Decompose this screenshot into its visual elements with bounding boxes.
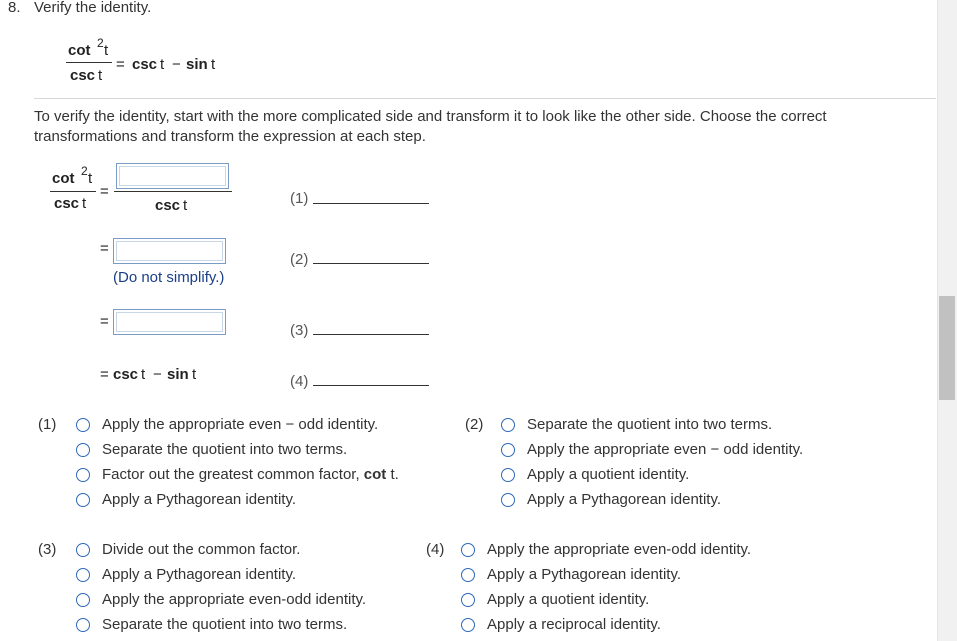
option-2-c[interactable]: Apply a quotient identity. xyxy=(527,466,689,483)
option-1-b[interactable]: Separate the quotient into two terms. xyxy=(102,441,347,458)
identity-num-exp: 2 xyxy=(97,36,104,50)
work-equals-3: = xyxy=(100,313,109,330)
work-equals-4: = xyxy=(100,366,109,383)
step-label-4: (4) xyxy=(290,373,309,390)
option-4-a[interactable]: Apply the appropriate even-odd identity. xyxy=(487,541,751,558)
work-equals-1: = xyxy=(100,183,109,200)
option-2-d[interactable]: Apply a Pythagorean identity. xyxy=(527,491,721,508)
option-3-a[interactable]: Divide out the common factor. xyxy=(102,541,300,558)
answer-input-3[interactable] xyxy=(113,309,226,335)
identity-rhs-sin: sin xyxy=(186,56,208,73)
option-group-label-2: (2) xyxy=(465,416,484,433)
work-den-func: csc xyxy=(54,195,80,212)
identity-num-var: t xyxy=(104,42,109,59)
option-group-label-1: (1) xyxy=(38,416,57,433)
answer-input-2[interactable] xyxy=(113,238,226,264)
section-divider xyxy=(34,98,936,99)
radio-1-a[interactable] xyxy=(76,418,90,432)
option-3-c[interactable]: Apply the appropriate even-odd identity. xyxy=(102,591,366,608)
option-1-c-text: Factor out the greatest common factor, xyxy=(102,466,360,483)
final-t1: t xyxy=(141,366,146,383)
step-label-3: (3) xyxy=(290,322,309,339)
option-group-label-4: (4) xyxy=(426,541,445,558)
do-not-simplify-note: (Do not simplify.) xyxy=(113,269,225,286)
step-answer-line-1 xyxy=(313,203,429,204)
option-2-a[interactable]: Separate the quotient into two terms. xyxy=(527,416,772,433)
step-answer-line-2 xyxy=(313,263,429,264)
final-t2: t xyxy=(192,366,197,383)
final-csc: csc xyxy=(113,366,139,383)
identity-num-func: cot xyxy=(68,42,91,59)
option-4-d[interactable]: Apply a reciprocal identity. xyxy=(487,616,661,633)
work-lhs-fraction-bar xyxy=(50,191,96,192)
identity-rhs-t2: t xyxy=(211,56,216,73)
radio-3-a[interactable] xyxy=(76,543,90,557)
final-sin: sin xyxy=(167,366,189,383)
identity-den-func: csc xyxy=(70,67,96,84)
question-title: Verify the identity. xyxy=(34,0,152,16)
option-1-a[interactable]: Apply the appropriate even − odd identit… xyxy=(102,416,378,433)
question-number: 8. xyxy=(8,0,21,16)
step-label-1: (1) xyxy=(290,190,309,207)
option-3-b[interactable]: Apply a Pythagorean identity. xyxy=(102,566,296,583)
radio-4-a[interactable] xyxy=(461,543,475,557)
radio-3-c[interactable] xyxy=(76,593,90,607)
radio-3-b[interactable] xyxy=(76,568,90,582)
option-1-c[interactable]: Factor out the greatest common factor, c… xyxy=(102,466,399,483)
option-1-c-t: t. xyxy=(390,466,399,483)
radio-2-c[interactable] xyxy=(501,468,515,482)
radio-4-d[interactable] xyxy=(461,618,475,632)
radio-1-c[interactable] xyxy=(76,468,90,482)
identity-rhs-minus: − xyxy=(172,56,181,73)
option-1-d[interactable]: Apply a Pythagorean identity. xyxy=(102,491,296,508)
identity-fraction-bar xyxy=(66,62,112,63)
work-box-den-func: csc xyxy=(155,197,181,214)
step-label-2: (2) xyxy=(290,251,309,268)
radio-2-d[interactable] xyxy=(501,493,515,507)
scrollbar-thumb[interactable] xyxy=(939,296,955,400)
radio-4-c[interactable] xyxy=(461,593,475,607)
work-num-var: t xyxy=(88,170,93,187)
identity-equals: = xyxy=(116,56,125,73)
identity-rhs-t1: t xyxy=(160,56,165,73)
step-answer-line-4 xyxy=(313,385,429,386)
work-num-exp: 2 xyxy=(81,164,88,178)
final-minus: − xyxy=(153,366,162,383)
answer-input-1[interactable] xyxy=(116,163,229,189)
work-box-fraction-bar xyxy=(114,191,232,192)
radio-3-d[interactable] xyxy=(76,618,90,632)
step-answer-line-3 xyxy=(313,334,429,335)
option-3-d[interactable]: Separate the quotient into two terms. xyxy=(102,616,347,633)
work-den-var: t xyxy=(82,195,87,212)
work-equals-2: = xyxy=(100,240,109,257)
identity-den-var: t xyxy=(98,67,103,84)
option-2-b[interactable]: Apply the appropriate even − odd identit… xyxy=(527,441,803,458)
radio-2-b[interactable] xyxy=(501,443,515,457)
option-1-c-cot: cot xyxy=(363,466,387,483)
radio-4-b[interactable] xyxy=(461,568,475,582)
radio-1-d[interactable] xyxy=(76,493,90,507)
identity-rhs-csc: csc xyxy=(132,56,158,73)
option-4-c[interactable]: Apply a quotient identity. xyxy=(487,591,649,608)
instructions-text: To verify the identity, start with the m… xyxy=(34,108,827,145)
radio-1-b[interactable] xyxy=(76,443,90,457)
radio-2-a[interactable] xyxy=(501,418,515,432)
option-4-b[interactable]: Apply a Pythagorean identity. xyxy=(487,566,681,583)
option-group-label-3: (3) xyxy=(38,541,57,558)
work-num-func: cot xyxy=(52,170,75,187)
work-box-den-var: t xyxy=(183,197,188,214)
